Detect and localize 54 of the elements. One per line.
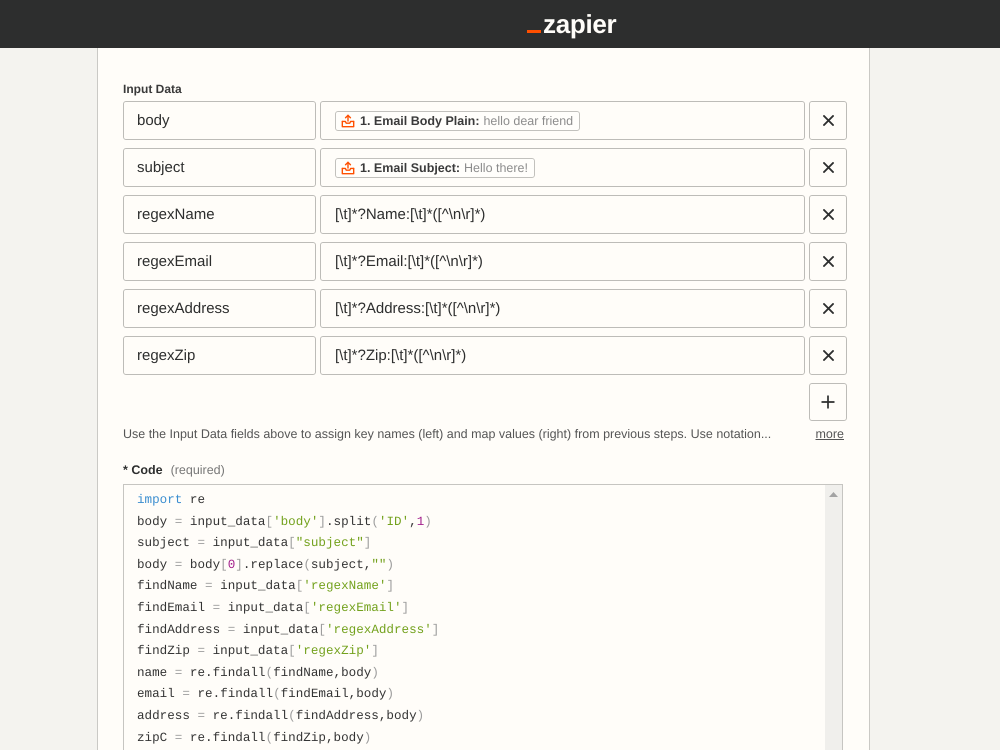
remove-button[interactable]	[809, 242, 847, 281]
code-editor[interactable]	[123, 484, 843, 750]
sample-value: hello dear friend	[483, 114, 574, 128]
close-icon	[822, 115, 834, 126]
code-line: body = body[0].replace(subject,"")	[137, 556, 394, 574]
section-label: Input Data	[123, 82, 182, 97]
code-line: findEmail = input_data['regexEmail']	[137, 600, 410, 617]
code-line: zipC = re.findall(findZip,body)	[137, 730, 372, 747]
key-field[interactable]: regexEmail	[123, 242, 316, 281]
close-icon	[822, 209, 834, 220]
code-line: findName = input_data['regexName']	[137, 578, 394, 596]
tray-arrow-icon	[341, 160, 355, 174]
code-line: email = re.findall(findEmail,body)	[137, 686, 394, 704]
code-line: subject = input_data["subject"]	[137, 535, 372, 552]
close-icon	[822, 350, 834, 361]
key-field[interactable]: subject	[123, 148, 316, 187]
add-button[interactable]	[809, 383, 847, 421]
tray-arrow-icon	[341, 114, 355, 128]
key-field[interactable]: body	[123, 101, 316, 140]
required-note: (required)	[170, 463, 225, 478]
sample-value: Hello there!	[464, 160, 528, 174]
remove-button[interactable]	[809, 289, 847, 328]
more-link[interactable]: more	[816, 427, 844, 442]
code-line: address = re.findall(findAddress,body)	[137, 708, 424, 725]
code-line: findAddress = input_data['regexAddress']	[137, 622, 440, 639]
key-field[interactable]: regexZip	[123, 336, 316, 375]
field-label: * Code	[123, 463, 163, 478]
step-label: 1. Email Subject:	[360, 160, 460, 174]
remove-button[interactable]	[809, 101, 847, 140]
code-line: import re	[137, 492, 206, 509]
value-field[interactable]: [\t]*?Zip:[\t]*([^\n\r]*)	[320, 336, 805, 375]
value-field[interactable]: 1. Email Body Plain: hello dear friend	[320, 101, 805, 140]
scroll-up-arrow-icon	[829, 492, 838, 497]
code-line: findZip = input_data['regexZip']	[137, 643, 379, 660]
value-field[interactable]: 1. Email Subject: Hello there!	[320, 148, 805, 187]
code-line: body = input_data['body'].split('ID',1)	[137, 514, 432, 531]
plus-icon	[821, 395, 835, 409]
dash-icon	[527, 30, 541, 33]
key-field[interactable]: regexAddress	[123, 289, 316, 328]
step-label: 1. Email Body Plain:	[360, 114, 480, 128]
close-icon	[822, 256, 834, 267]
value-field[interactable]: [\t]*?Email:[\t]*([^\n\r]*)	[320, 242, 805, 281]
help-text: Use the Input Data fields above to assign key names (left) and map values (right) from previous steps. Use notation...	[123, 427, 772, 442]
remove-button[interactable]	[809, 195, 847, 234]
close-icon	[822, 162, 834, 173]
value-field[interactable]: [\t]*?Address:[\t]*([^\n\r]*)	[320, 289, 805, 328]
scrollbar[interactable]	[825, 485, 842, 750]
remove-button[interactable]	[809, 336, 847, 375]
value-field[interactable]: [\t]*?Name:[\t]*([^\n\r]*)	[320, 195, 805, 234]
logo-text: zapier	[543, 9, 616, 39]
key-field[interactable]: regexName	[123, 195, 316, 234]
code-line: name = re.findall(findName,body)	[137, 664, 379, 682]
remove-button[interactable]	[809, 148, 847, 187]
close-icon	[822, 303, 834, 314]
